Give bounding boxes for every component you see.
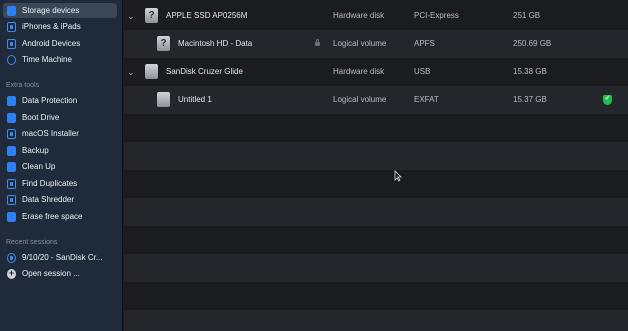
sidebar-item-label: Time Machine <box>22 55 72 64</box>
device-type: Hardware disk <box>333 11 385 20</box>
device-size: 251 GB <box>513 11 541 20</box>
iphone-icon <box>7 21 16 32</box>
shredder-icon <box>7 194 16 205</box>
empty-row <box>124 226 628 254</box>
disk-icon <box>145 64 158 79</box>
sidebar-item-backup[interactable]: Backup <box>3 143 117 158</box>
device-format: PCI-Express <box>414 11 459 20</box>
empty-row <box>124 282 628 310</box>
device-name: SanDisk Cruzer Glide <box>166 67 243 76</box>
table-row[interactable]: ? Macintosh HD - Data Logical volume APF… <box>124 30 628 58</box>
sidebar-item-label: Clean Up <box>22 162 56 171</box>
sidebar-item-label: macOS Installer <box>22 129 79 138</box>
lock-icon <box>315 39 320 46</box>
sidebar-item-boot-drive[interactable]: Boot Drive <box>3 110 117 125</box>
device-size: 15.37 GB <box>513 95 547 104</box>
empty-row <box>124 198 628 226</box>
device-type: Logical volume <box>333 95 387 104</box>
unknown-disk-icon: ? <box>157 36 170 51</box>
empty-row <box>124 114 628 142</box>
sidebar-item-label: 9/10/20 - SanDisk Cr... <box>22 253 103 262</box>
disk-icon <box>157 92 170 107</box>
table-row[interactable]: Untitled 1 Logical volume EXFAT 15.37 GB <box>124 86 628 114</box>
unknown-disk-icon: ? <box>145 8 158 23</box>
sidebar-item-find-duplicates[interactable]: Find Duplicates <box>3 176 117 191</box>
sidebar-item-label: Open session ... <box>22 269 80 278</box>
sidebar-item-clean-up[interactable]: Clean Up <box>3 159 117 174</box>
sidebar-item-erase-free-space[interactable]: Erase free space <box>3 209 117 224</box>
extra-tools-heading: Extra tools <box>6 82 40 89</box>
sidebar-item-data-protection[interactable]: Data Protection <box>3 93 117 108</box>
recent-session-item[interactable]: 9/10/20 - SanDisk Cr... <box>3 250 117 265</box>
empty-row <box>124 310 628 331</box>
empty-row <box>124 254 628 282</box>
recent-sessions-heading: Recent sessions <box>6 239 58 246</box>
clean-up-icon <box>7 161 16 172</box>
boot-drive-icon <box>7 112 16 123</box>
table-row[interactable]: ⌄ ? APPLE SSD AP0256M Hardware disk PCI-… <box>124 2 628 30</box>
device-format: EXFAT <box>414 95 439 104</box>
sidebar-item-label: Erase free space <box>22 212 83 221</box>
sidebar-item-macos-installer[interactable]: macOS Installer <box>3 126 117 141</box>
sidebar-item-label: Find Duplicates <box>22 179 78 188</box>
sidebar-item-label: Android Devices <box>22 39 81 48</box>
erase-icon <box>7 211 16 222</box>
device-name: APPLE SSD AP0256M <box>166 11 248 20</box>
device-type: Hardware disk <box>333 67 385 76</box>
sidebar-item-label: Backup <box>22 146 49 155</box>
sidebar-item-storage-devices[interactable]: Storage devices <box>3 3 117 18</box>
storage-icon <box>7 5 16 16</box>
device-name: Untitled 1 <box>178 95 212 104</box>
device-size: 15.38 GB <box>513 67 547 76</box>
empty-row <box>124 170 628 198</box>
android-icon <box>7 38 16 49</box>
sidebar-item-label: iPhones & iPads <box>22 22 81 31</box>
sidebar-item-label: Data Protection <box>22 96 78 105</box>
device-type: Logical volume <box>333 39 387 48</box>
device-format: USB <box>414 67 431 76</box>
sidebar-item-time-machine[interactable]: Time Machine <box>3 52 117 67</box>
device-size: 250.69 GB <box>513 39 552 48</box>
mouse-cursor-icon <box>394 170 402 182</box>
sidebar: Storage devices iPhones & iPads Android … <box>0 0 123 331</box>
sidebar-item-label: Boot Drive <box>22 113 60 122</box>
chevron-down-icon[interactable]: ⌄ <box>127 58 135 86</box>
protected-shield-icon[interactable] <box>603 94 612 105</box>
macos-installer-icon <box>7 128 16 139</box>
sidebar-item-data-shredder[interactable]: Data Shredder <box>3 192 117 207</box>
duplicates-icon <box>7 178 16 189</box>
add-icon <box>7 268 16 279</box>
sidebar-item-label: Storage devices <box>22 6 80 15</box>
empty-row <box>124 142 628 170</box>
sidebar-item-android-devices[interactable]: Android Devices <box>3 36 117 51</box>
table-row[interactable]: ⌄ SanDisk Cruzer Glide Hardware disk USB… <box>124 58 628 86</box>
backup-icon <box>7 145 16 156</box>
sidebar-item-iphones-ipads[interactable]: iPhones & iPads <box>3 19 117 34</box>
time-machine-icon <box>7 54 16 65</box>
device-format: APFS <box>414 39 435 48</box>
sidebar-item-label: Data Shredder <box>22 195 75 204</box>
session-icon <box>7 252 16 263</box>
chevron-down-icon[interactable]: ⌄ <box>127 2 135 30</box>
device-name: Macintosh HD - Data <box>178 39 253 48</box>
shield-icon <box>7 95 16 106</box>
device-list: ⌄ ? APPLE SSD AP0256M Hardware disk PCI-… <box>124 0 628 331</box>
open-session-button[interactable]: Open session ... <box>3 266 117 281</box>
